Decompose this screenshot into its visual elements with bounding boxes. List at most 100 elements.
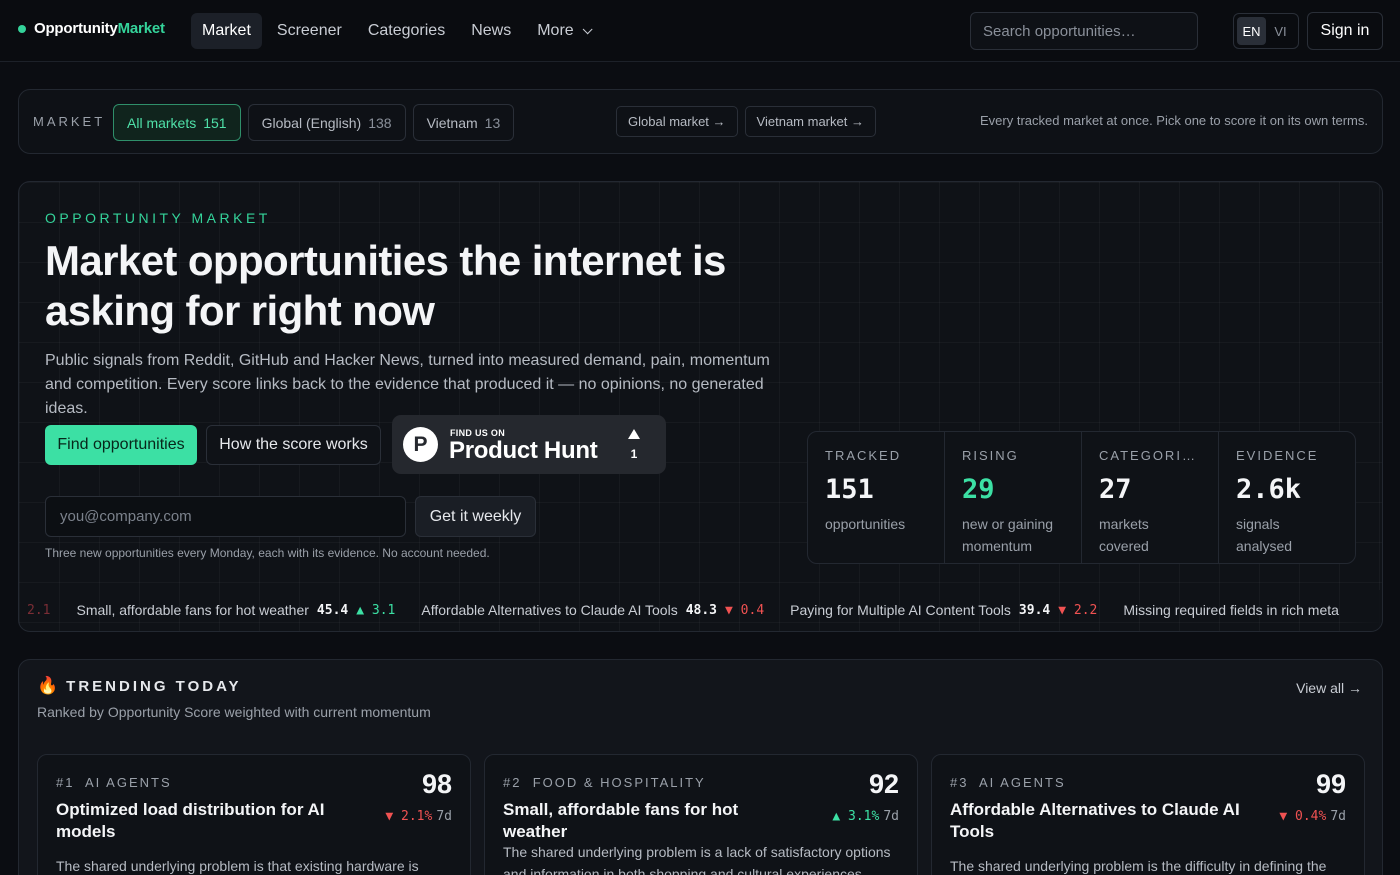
stat-rising: RISING 29 new or gaining momentum	[945, 432, 1082, 563]
market-pill-all[interactable]: All markets 151	[113, 104, 241, 141]
product-hunt-logo-icon: P	[403, 427, 438, 462]
card-category: #2 FOOD & HOSPITALITY	[503, 775, 706, 790]
stat-sub: signals analysed	[1236, 516, 1293, 554]
stat-categories: CATEGORIES 27 markets covered	[1082, 432, 1219, 563]
chevron-down-icon	[582, 23, 593, 34]
stat-value: 151	[825, 474, 874, 505]
ticker-item[interactable]: Small, affordable fans for hot weather 4…	[76, 602, 395, 618]
fire-icon: 🔥	[37, 676, 59, 695]
card-description: The shared underlying problem is that ex…	[56, 858, 419, 874]
trending-subtitle: Ranked by Opportunity Score weighted wit…	[37, 704, 431, 720]
hero-subtitle: Public signals from Reddit, GitHub and H…	[45, 352, 770, 417]
nav-more[interactable]: More	[526, 13, 599, 49]
stat-sub: new or gaining momentum	[962, 516, 1054, 554]
ticker-fade	[1344, 590, 1382, 631]
nav-categories[interactable]: Categories	[357, 13, 456, 49]
pill-label: Global (English)	[261, 114, 362, 131]
get-weekly-button[interactable]: Get it weekly	[415, 496, 536, 537]
card-delta: ▼ 2.1% 7d	[385, 809, 452, 824]
nav-screener[interactable]: Screener	[266, 13, 353, 49]
language-switcher: EN VI	[1233, 13, 1299, 49]
ticker-score: 39.4	[1018, 602, 1051, 618]
email-field[interactable]	[45, 496, 406, 537]
card-description: The shared underlying problem is the dif…	[950, 858, 1327, 874]
ticker-item[interactable]: Missing required fields in rich meta	[1123, 602, 1347, 618]
pill-label: Vietnam	[426, 114, 478, 131]
market-pills: All markets 151 Global (English) 138 Vie…	[113, 104, 515, 141]
ticker-delta: ▲ 3.1	[356, 602, 396, 618]
card-title: Optimized load distribution for AI model…	[56, 800, 325, 841]
ticker-track: 2.1 Small, affordable fans for hot weath…	[27, 602, 1373, 618]
global-market-link[interactable]: Global market →	[616, 106, 738, 137]
opportunity-card[interactable]: #1 AI AGENTS 98 Optimized load distribut…	[37, 754, 471, 875]
brand-dot-icon	[18, 24, 26, 33]
ticker-name: Missing required fields in rich meta	[1123, 602, 1339, 618]
market-label: MARKET	[33, 114, 106, 129]
card-delta: ▲ 3.1% 7d	[832, 809, 899, 824]
card-delta: ▼ 0.4% 7d	[1279, 809, 1346, 824]
card-description: The shared underlying problem is a lack …	[503, 844, 891, 875]
market-selector: MARKET All markets 151 Global (English) …	[18, 89, 1383, 154]
stat-label: TRACKED	[825, 448, 902, 463]
ticker-name: Paying for Multiple AI Content Tools	[790, 602, 1011, 618]
pill-count: 13	[484, 114, 501, 131]
stat-tracked: TRACKED 151 opportunities	[808, 432, 945, 563]
card-category: #1 AI AGENTS	[56, 775, 172, 790]
product-hunt-badge[interactable]: P FIND US ON Product Hunt 1	[392, 415, 666, 474]
trending-title: TRENDING TODAY	[66, 677, 242, 695]
ticker-lead-delta: 2.1	[27, 602, 51, 618]
main-nav: Market Screener Categories News More	[191, 13, 604, 49]
hero-section: OPPORTUNITY MARKET Market opportunities …	[18, 181, 1383, 632]
stats-panel: TRACKED 151 opportunities RISING 29 new …	[807, 431, 1356, 564]
ticker-item[interactable]: Affordable Alternatives to Claude AI Too…	[421, 602, 764, 618]
ticker-score: 45.4	[316, 602, 349, 618]
card-title: Affordable Alternatives to Claude AI Too…	[950, 800, 1240, 841]
card-category: #3 AI AGENTS	[950, 775, 1066, 790]
stat-value: 2.6k	[1236, 474, 1302, 505]
upvote-count: 1	[630, 447, 638, 461]
top-nav: OpportunityMarket Market Screener Catego…	[0, 0, 1400, 62]
score-ticker: 2.1 Small, affordable fans for hot weath…	[19, 590, 1382, 631]
hero-eyebrow: OPPORTUNITY MARKET	[45, 210, 271, 226]
nav-market[interactable]: Market	[191, 13, 262, 49]
ticker-delta: ▼ 0.4	[725, 602, 765, 618]
upvote-icon	[628, 429, 640, 439]
card-title: Small, affordable fans for hot weather	[503, 800, 739, 841]
brand-name: OpportunityMarket	[34, 20, 165, 37]
vietnam-market-link[interactable]: Vietnam market →	[744, 106, 876, 137]
opportunity-card[interactable]: #2 FOOD & HOSPITALITY 92 Small, affordab…	[484, 754, 918, 875]
how-score-works-button[interactable]: How the score works	[206, 425, 381, 465]
opportunity-card[interactable]: #3 AI AGENTS 99 Affordable Alternatives …	[931, 754, 1365, 875]
lang-en[interactable]: EN	[1237, 17, 1266, 45]
pill-count: 138	[368, 114, 392, 131]
pill-label: All markets	[127, 114, 197, 131]
hero-headline: Market opportunities the internet is ask…	[45, 237, 726, 334]
lang-vi[interactable]: VI	[1266, 17, 1295, 45]
pill-count: 151	[203, 114, 227, 131]
trending-section: 🔥 TRENDING TODAY Ranked by Opportunity S…	[18, 659, 1383, 875]
find-opportunities-button[interactable]: Find opportunities	[45, 425, 197, 465]
ticker-name: Affordable Alternatives to Claude AI Too…	[421, 602, 678, 618]
market-note: Every tracked market at once. Pick one t…	[980, 113, 1368, 128]
view-all-link[interactable]: View all →	[1296, 680, 1362, 696]
brand-logo[interactable]: OpportunityMarket	[18, 20, 165, 37]
market-pill-vietnam[interactable]: Vietnam 13	[412, 104, 515, 141]
stat-value: 29	[962, 474, 995, 505]
stat-label: EVIDENCE	[1236, 448, 1319, 463]
nav-news[interactable]: News	[460, 13, 522, 49]
market-links: Global market → Vietnam market →	[616, 106, 876, 137]
stat-label: RISING	[962, 448, 1019, 463]
ticker-item[interactable]: Paying for Multiple AI Content Tools 39.…	[790, 602, 1097, 618]
ticker-score: 48.3	[685, 602, 718, 618]
ticker-name: Small, affordable fans for hot weather	[76, 602, 309, 618]
market-pill-global[interactable]: Global (English) 138	[247, 104, 406, 141]
trending-header: 🔥 TRENDING TODAY	[37, 676, 242, 696]
sign-in-button[interactable]: Sign in	[1307, 12, 1383, 50]
stat-sub: markets covered	[1099, 516, 1149, 554]
card-score: 98	[421, 769, 452, 799]
search-input[interactable]	[970, 12, 1198, 50]
newsletter-hint: Three new opportunities every Monday, ea…	[45, 546, 490, 560]
ticker-delta: ▼ 2.2	[1058, 602, 1098, 618]
card-score: 99	[1315, 769, 1346, 799]
card-score: 92	[868, 769, 899, 799]
